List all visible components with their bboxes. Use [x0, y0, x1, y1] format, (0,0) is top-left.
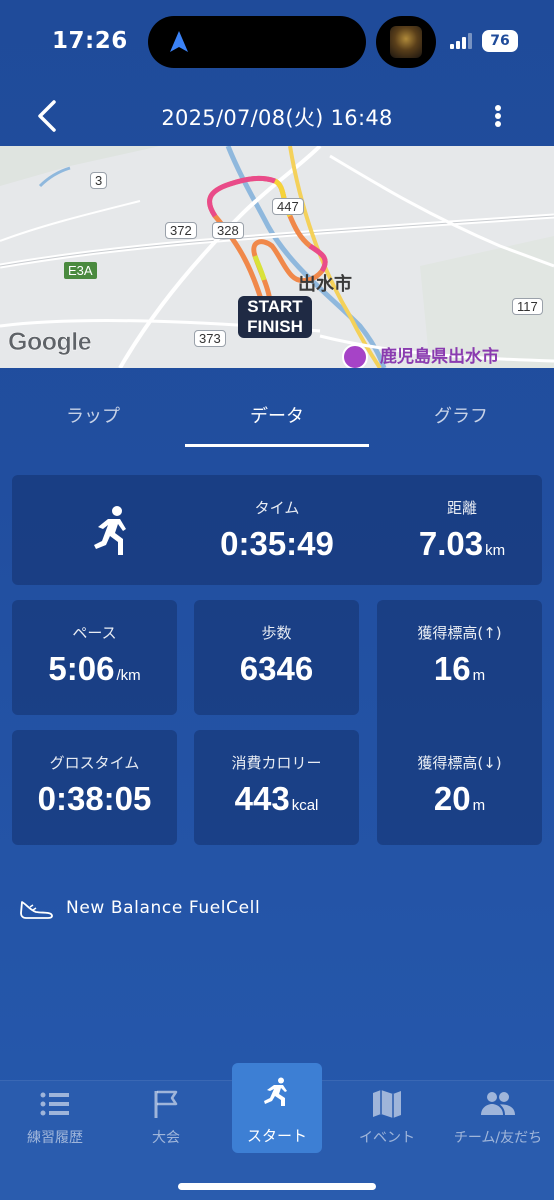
- place-pin-icon[interactable]: [342, 344, 368, 368]
- road-label: E3A: [64, 262, 97, 279]
- home-indicator: [178, 1183, 376, 1190]
- elev-gain-value: 16 m: [377, 650, 542, 688]
- time-label: タイム: [254, 499, 300, 517]
- status-bar: 17:26 76: [0, 0, 554, 84]
- pace-value: 5:06/km: [12, 650, 177, 688]
- header: 2025/07/08(火) 16:48: [0, 88, 554, 144]
- road-label: 447: [272, 198, 304, 215]
- navigation-arrow-icon: [170, 31, 188, 52]
- nav-start-label: スタート: [246, 1127, 307, 1145]
- cellular-signal-icon: [450, 33, 472, 49]
- pace-label: ペース: [72, 624, 117, 642]
- tab-laps[interactable]: ラップ: [40, 402, 146, 428]
- list-icon: [40, 1092, 69, 1116]
- road-label: 3: [90, 172, 108, 189]
- pace-card: ペース 5:06/km: [12, 600, 177, 715]
- steps-card: 歩数 6346: [194, 600, 359, 715]
- summary-card: タイム 0:35:49 距離 7.03 km: [12, 475, 542, 585]
- route-map[interactable]: 3 447 372 328 E3A 373 117 出水市 START FINI…: [0, 146, 554, 368]
- nav-start[interactable]: スタート: [232, 1063, 322, 1153]
- elev-loss-label: 獲得標高(↓): [417, 754, 502, 772]
- nav-events[interactable]: イベント: [332, 1081, 442, 1171]
- calories-value: 443 kcal: [194, 780, 359, 818]
- elev-loss-number: 20: [433, 780, 471, 817]
- road-label: 373: [194, 330, 226, 347]
- elev-gain-label: 獲得標高(↑): [417, 624, 502, 642]
- shoe-icon: [20, 901, 53, 919]
- distance-unit: km: [485, 542, 506, 559]
- start-finish-marker: START FINISH: [238, 296, 312, 338]
- city-label: 出水市: [298, 274, 352, 295]
- running-person-icon: [264, 1077, 287, 1106]
- gross-time-value: 0:38:05: [37, 780, 152, 817]
- shoe-row[interactable]: New Balance FuelCell: [20, 894, 420, 924]
- elev-gain-unit: m: [472, 667, 486, 684]
- nav-races[interactable]: 大会: [111, 1081, 221, 1171]
- pace-unit: /km: [116, 667, 141, 684]
- nav-history-label: 練習履歴: [27, 1130, 83, 1146]
- steps-label: 歩数: [261, 624, 292, 642]
- calories-card: 消費カロリー 443 kcal: [194, 730, 359, 845]
- road-label: 328: [212, 222, 244, 239]
- nav-team-label: チーム/友だち: [453, 1130, 543, 1146]
- status-time: 17:26: [52, 28, 128, 54]
- steps-value: 6346: [239, 650, 314, 687]
- finish-label: FINISH: [247, 317, 303, 336]
- elev-gain-number: 16: [433, 650, 471, 687]
- album-art: [390, 26, 422, 58]
- calories-number: 443: [234, 780, 290, 817]
- running-person-icon: [94, 506, 126, 555]
- map-icon: [373, 1090, 401, 1118]
- nav-history[interactable]: 練習履歴: [0, 1081, 110, 1171]
- more-menu-button[interactable]: [484, 96, 512, 136]
- tab-bar: ラップ データ グラフ: [0, 388, 554, 448]
- dynamic-island: [148, 16, 366, 68]
- nav-team[interactable]: チーム/友だち: [443, 1081, 553, 1171]
- pace-number: 5:06: [48, 650, 115, 687]
- place-label[interactable]: 鹿児島県出水市: [380, 342, 499, 367]
- calories-unit: kcal: [291, 797, 319, 814]
- shoe-name: New Balance FuelCell: [66, 898, 261, 918]
- gross-time-label: グロスタイム: [49, 754, 140, 772]
- calories-label: 消費カロリー: [231, 754, 322, 772]
- distance-number: 7.03: [418, 525, 484, 562]
- tab-data[interactable]: データ: [224, 402, 330, 428]
- road-label: 372: [165, 222, 197, 239]
- tab-graph[interactable]: グラフ: [408, 402, 514, 428]
- elev-loss-unit: m: [472, 797, 486, 814]
- nav-events-label: イベント: [359, 1130, 415, 1146]
- road-label: 117: [512, 298, 543, 315]
- battery-indicator: 76: [482, 30, 518, 52]
- tab-indicator: [185, 444, 369, 447]
- elev-loss-value: 20 m: [377, 780, 542, 818]
- elevation-card: 獲得標高(↑) 16 m 獲得標高(↓) 20 m: [377, 600, 542, 845]
- google-logo: Google: [8, 328, 92, 357]
- now-playing-island: [376, 16, 436, 68]
- start-label: START: [247, 297, 303, 316]
- people-icon: [481, 1092, 515, 1115]
- page-title: 2025/07/08(火) 16:48: [161, 106, 393, 130]
- bottom-nav: 練習履歴 大会 スタート イベント チーム/友だち: [0, 1063, 554, 1200]
- flag-icon: [154, 1090, 178, 1118]
- time-value: 0:35:49: [220, 525, 334, 562]
- gross-time-card: グロスタイム 0:38:05: [12, 730, 177, 845]
- distance-value: 7.03 km: [382, 525, 542, 563]
- distance-label: 距離: [446, 499, 477, 517]
- nav-races-label: 大会: [152, 1130, 180, 1146]
